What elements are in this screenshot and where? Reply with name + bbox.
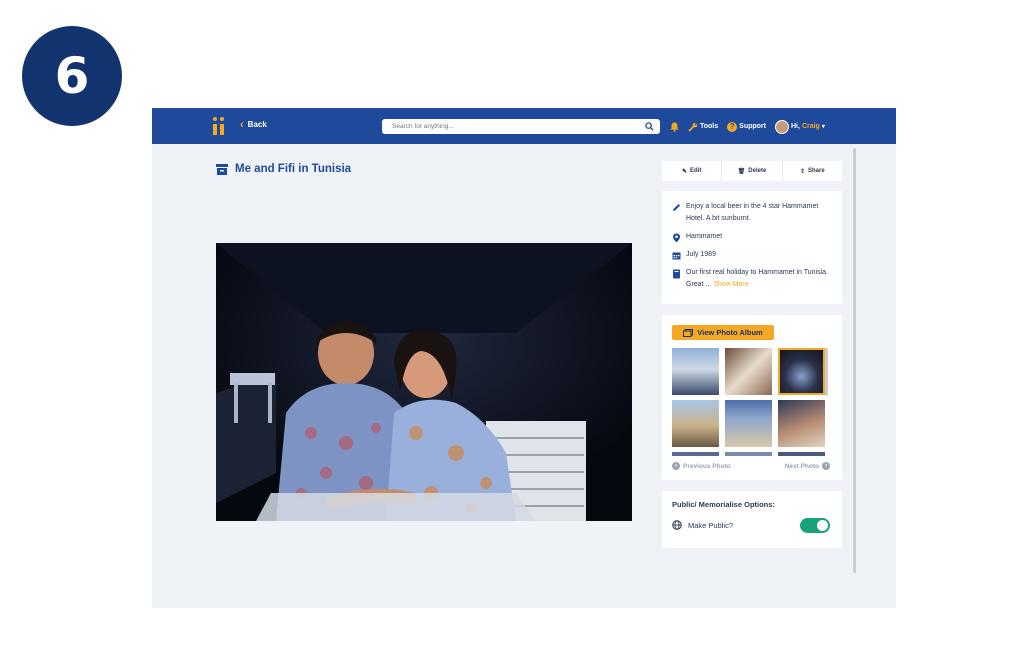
- photo-album-card: View Photo Album ‹ Previous Photo Next P…: [662, 315, 842, 480]
- public-options-title: Public/ Memorialise Options:: [672, 500, 775, 509]
- search-input[interactable]: [392, 119, 632, 134]
- view-photo-album-button[interactable]: View Photo Album: [672, 325, 774, 340]
- next-photo-label: Next Photo: [784, 462, 819, 470]
- story-text: Our first real holiday to Hammamet in Tu…: [686, 267, 832, 291]
- caption-text: Enjoy a local beer in the 4 star Hammame…: [686, 203, 819, 222]
- page-title: Me and Fifi in Tunisia: [235, 163, 352, 175]
- photo-thumbnail-grid: [672, 348, 828, 456]
- photo-navigation: ‹ Previous Photo Next Photo ›: [672, 462, 830, 470]
- date-text: July 1989: [686, 251, 716, 258]
- back-chevron-icon: ‹: [240, 118, 244, 131]
- question-icon: ?: [727, 121, 738, 132]
- memory-details-card: Enjoy a local beer in the 4 star Hammame…: [662, 191, 842, 304]
- edit-label: Edit: [690, 168, 702, 174]
- chevron-down-icon: ▾: [821, 124, 825, 130]
- back-button[interactable]: ‹ Back: [240, 118, 267, 131]
- pencil-icon: ✎: [681, 168, 687, 175]
- next-photo-button[interactable]: Next Photo ›: [785, 462, 830, 470]
- notifications-button[interactable]: [670, 122, 679, 132]
- tools-menu[interactable]: Tools: [688, 122, 718, 132]
- share-button[interactable]: ⇪ Share: [783, 161, 842, 181]
- location-pin-icon: [673, 233, 680, 243]
- memory-photo[interactable]: [216, 243, 632, 521]
- toggle-knob: [817, 520, 828, 531]
- previous-photo-button[interactable]: ‹ Previous Photo: [672, 462, 731, 470]
- previous-photo-label: Previous Photo: [683, 462, 731, 470]
- top-navigation-bar: ‹ Back Tools: [152, 108, 896, 144]
- location-text: Hammamet: [686, 233, 723, 240]
- photo-thumbnail[interactable]: [778, 452, 825, 456]
- make-public-toggle[interactable]: [800, 518, 830, 533]
- greeting-label: Hi,: [790, 123, 800, 130]
- photo-image: [216, 243, 632, 521]
- tools-label: Tools: [700, 123, 719, 130]
- memory-actions: ✎ Edit 🗑︎ Delete ⇪ Share: [662, 161, 842, 181]
- search-bar: [382, 119, 660, 134]
- trash-icon: 🗑︎: [737, 168, 746, 175]
- photo-thumbnail[interactable]: [672, 348, 719, 395]
- story-row: Our first real holiday to Hammamet in Tu…: [662, 267, 842, 291]
- wrench-icon: [688, 122, 698, 132]
- photo-thumbnail[interactable]: [725, 348, 772, 395]
- make-public-label: Make Public?: [688, 520, 734, 530]
- globe-icon: [672, 520, 682, 530]
- support-label: Support: [739, 123, 766, 130]
- page-scrollbar[interactable]: [853, 148, 856, 573]
- header-actions: Tools ? Support Hi, Craig ▾: [670, 119, 825, 134]
- photo-thumbnail[interactable]: [725, 452, 772, 456]
- album-scrollbar[interactable]: [825, 348, 828, 396]
- location-row: Hammamet: [662, 231, 842, 243]
- calendar-icon: [672, 252, 681, 260]
- album-icon: [683, 328, 694, 337]
- pencil-icon: [673, 204, 680, 211]
- photo-thumbnail[interactable]: [672, 400, 719, 447]
- view-photo-album-label: View Photo Album: [697, 328, 763, 337]
- user-name: Craig: [801, 123, 820, 130]
- make-public-row: Make Public?: [672, 518, 830, 533]
- user-menu[interactable]: Hi, Craig ▾: [774, 119, 825, 134]
- photo-thumbnail[interactable]: [725, 400, 772, 447]
- share-icon: ⇪: [799, 168, 805, 175]
- bell-icon: [670, 122, 679, 132]
- caption-row: Enjoy a local beer in the 4 star Hammame…: [662, 201, 842, 225]
- archive-icon: [216, 163, 228, 175]
- photo-thumbnail[interactable]: [778, 400, 825, 447]
- date-row: July 1989: [662, 249, 842, 261]
- share-label: Share: [807, 168, 825, 174]
- book-icon: [673, 269, 680, 279]
- edit-button[interactable]: ✎ Edit: [662, 161, 723, 181]
- app-window: ‹ Back Tools: [152, 108, 896, 608]
- chevron-left-icon: ‹: [672, 462, 680, 470]
- chevron-right-icon: ›: [822, 462, 830, 470]
- app-logo[interactable]: [213, 117, 225, 135]
- step-number-badge: 6: [22, 26, 122, 126]
- story-excerpt: Our first real holiday to Hammamet in Tu…: [686, 269, 828, 288]
- avatar: [774, 119, 789, 134]
- show-more-link[interactable]: Show More: [713, 281, 748, 288]
- back-label: Back: [247, 120, 267, 129]
- delete-button[interactable]: 🗑︎ Delete: [722, 161, 783, 181]
- photo-thumbnail[interactable]: [672, 452, 719, 456]
- search-icon[interactable]: [645, 122, 654, 131]
- photo-thumbnail-selected[interactable]: [778, 348, 825, 395]
- public-options-card: Public/ Memorialise Options: Make Public…: [662, 491, 842, 548]
- support-menu[interactable]: ? Support: [727, 121, 766, 132]
- memory-title-row: Me and Fifi in Tunisia: [216, 163, 351, 175]
- delete-label: Delete: [748, 168, 767, 174]
